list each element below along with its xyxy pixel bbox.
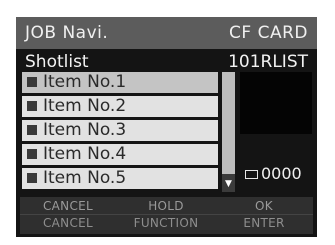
softkey-primary-label: HOLD xyxy=(148,199,184,213)
frame-icon xyxy=(245,170,258,179)
list-item-label: Item No.5 xyxy=(43,168,127,188)
ok-enter-softkey[interactable]: OK ENTER xyxy=(216,197,312,234)
hold-function-softkey[interactable]: HOLD FUNCTION xyxy=(118,197,214,234)
softkey-primary-label: CANCEL xyxy=(42,199,93,213)
item-marker-icon xyxy=(27,101,37,111)
softkey-secondary-label: FUNCTION xyxy=(133,216,199,230)
list-item-1[interactable]: Item No.1 xyxy=(22,72,218,93)
list-item-label: Item No.2 xyxy=(43,96,127,116)
item-marker-icon xyxy=(27,149,37,159)
item-marker-icon xyxy=(27,125,37,135)
item-marker-icon xyxy=(27,77,37,87)
cancel-softkey[interactable]: CANCEL CANCEL xyxy=(20,197,116,234)
title-bar: JOB Navi. CF CARD xyxy=(16,17,317,49)
shot-list: Item No.1 Item No.2 Item No.3 Item No.4 … xyxy=(22,72,218,192)
softkey-bar: CANCEL CANCEL HOLD FUNCTION OK ENTER xyxy=(20,197,313,234)
image-preview-thumbnail xyxy=(240,72,312,134)
scroll-thumb[interactable] xyxy=(222,72,235,174)
list-item-4[interactable]: Item No.4 xyxy=(22,144,218,165)
list-item-5[interactable]: Item No.5 xyxy=(22,168,218,189)
scroll-down-arrow-icon[interactable]: ▼ xyxy=(222,176,235,192)
camera-lcd-screen: JOB Navi. CF CARD Shotlist 101RLIST Item… xyxy=(16,17,317,237)
list-item-label: Item No.3 xyxy=(43,120,127,140)
list-item-label: Item No.1 xyxy=(43,72,127,92)
softkey-primary-label: OK xyxy=(255,199,273,213)
list-item-2[interactable]: Item No.2 xyxy=(22,96,218,117)
storage-media-label: CF CARD xyxy=(229,23,308,43)
item-marker-icon xyxy=(27,173,37,183)
shotlist-heading: Shotlist xyxy=(25,52,89,72)
list-item-3[interactable]: Item No.3 xyxy=(22,120,218,141)
softkey-secondary-label: ENTER xyxy=(243,216,285,230)
list-item-label: Item No.4 xyxy=(43,144,127,164)
softkey-secondary-label: CANCEL xyxy=(42,216,93,230)
job-navi-title: JOB Navi. xyxy=(25,23,109,43)
list-scrollbar[interactable]: ▼ xyxy=(222,72,235,192)
folder-name: 101RLIST xyxy=(228,52,308,72)
shot-count: 0000 xyxy=(261,164,302,183)
